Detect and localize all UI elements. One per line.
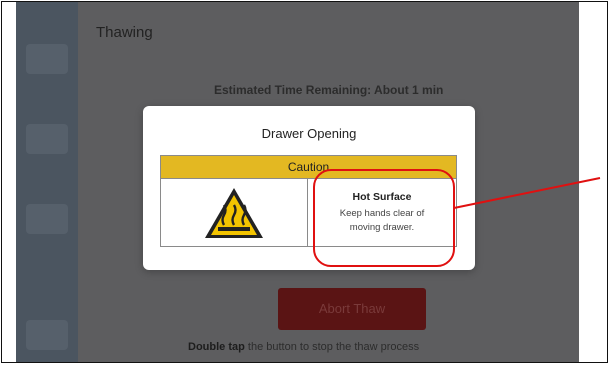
hint-rest: the button to stop the thaw process [247,341,420,353]
nav-item[interactable] [26,204,68,234]
nav-item[interactable] [26,124,68,154]
hot-surface-warning-icon [205,188,263,238]
nav-item[interactable] [26,320,68,350]
annotation-highlight [313,169,455,267]
screenshot-frame: Thawing Estimated Time Remaining: About … [1,1,608,363]
nav-item[interactable] [26,44,68,74]
estimate-text: Estimated Time Remaining: About 1 min [214,83,444,97]
bottom-hint: Double tap the button to stop the thaw p… [188,341,419,353]
side-navigation [16,2,78,362]
hazard-cell [161,179,308,247]
hint-bold: Double tap [188,341,245,353]
dialog-title: Drawer Opening [261,126,357,141]
abort-thaw-button[interactable]: Abort Thaw [278,288,426,330]
page-title: Thawing [96,24,153,41]
